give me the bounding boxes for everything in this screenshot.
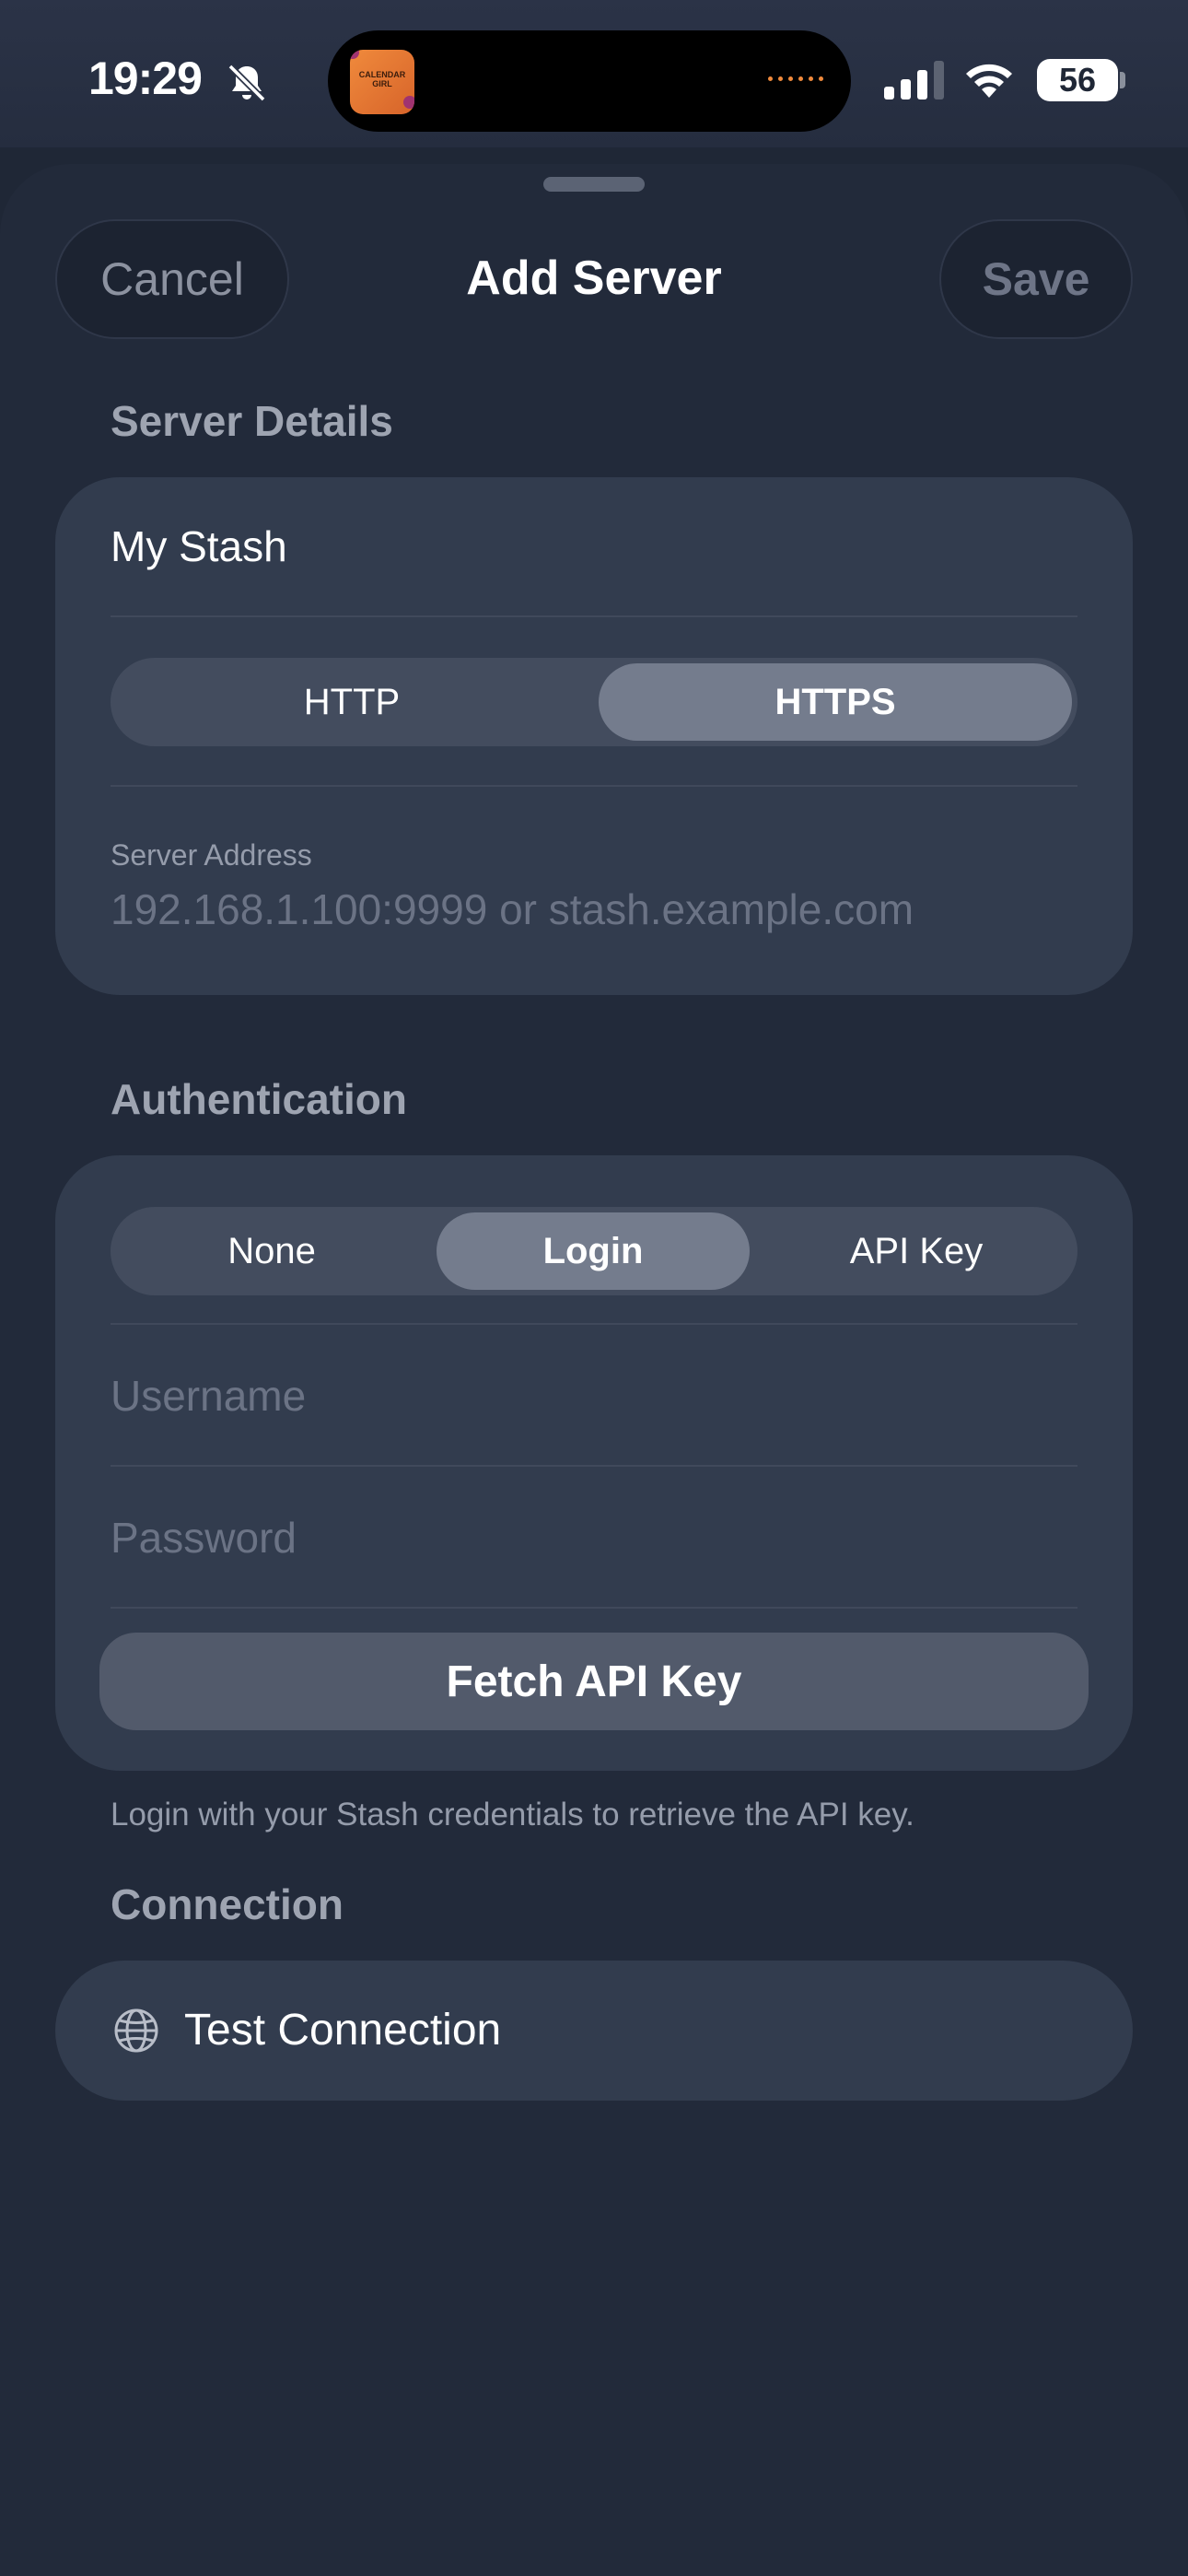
sheet-grabber[interactable] (543, 177, 645, 192)
dynamic-island[interactable]: CALENDAR GIRL (328, 30, 851, 132)
authentication-card: None Login API Key Username Password Fet… (55, 1155, 1133, 1771)
connection-header: Connection (111, 1880, 344, 1928)
live-activity-app-icon: CALENDAR GIRL (350, 50, 414, 114)
authentication-header: Authentication (111, 1075, 407, 1123)
test-connection-label: Test Connection (184, 2006, 502, 2055)
divider (111, 1607, 1077, 1609)
authentication-footer: Login with your Stash credentials to ret… (111, 1797, 914, 1832)
server-name-field[interactable]: My Stash (111, 521, 287, 571)
wifi-icon (966, 64, 1012, 98)
auth-option-login[interactable]: Login (437, 1212, 750, 1290)
status-bar: 19:29 CALENDAR GIRL 56 (0, 0, 1188, 147)
protocol-option-http[interactable]: HTTP (111, 658, 593, 746)
protocol-segmented-control: HTTP HTTPS (111, 658, 1077, 746)
server-details-header: Server Details (111, 397, 393, 445)
fetch-api-key-button[interactable]: Fetch API Key (99, 1633, 1089, 1730)
password-input[interactable]: Password (111, 1513, 297, 1563)
save-button[interactable]: Save (939, 219, 1133, 339)
bell-slash-icon (227, 64, 266, 102)
protocol-option-https[interactable]: HTTPS (599, 663, 1072, 741)
auth-option-api-key[interactable]: API Key (755, 1207, 1077, 1295)
server-address-input[interactable]: 192.168.1.100:9999 or stash.example.com (111, 884, 914, 934)
divider (111, 1323, 1077, 1325)
cellular-signal-icon (884, 61, 944, 100)
server-address-label: Server Address (111, 838, 312, 872)
divider (111, 1465, 1077, 1467)
globe-icon (114, 2008, 158, 2053)
divider (111, 615, 1077, 617)
battery-icon: 56 (1037, 59, 1125, 101)
auth-option-none[interactable]: None (111, 1207, 433, 1295)
auth-segmented-control: None Login API Key (111, 1207, 1077, 1295)
activity-indicator-icon (768, 76, 823, 81)
island-app-label: CALENDAR GIRL (358, 70, 406, 88)
divider (111, 785, 1077, 787)
battery-level: 56 (1058, 61, 1097, 99)
add-server-sheet: Cancel Add Server Save Server Details My… (0, 164, 1188, 2576)
username-input[interactable]: Username (111, 1371, 306, 1421)
status-time: 19:29 (88, 53, 203, 104)
server-details-card: My Stash HTTP HTTPS Server Address 192.1… (55, 477, 1133, 995)
test-connection-button[interactable]: Test Connection (55, 1961, 1133, 2101)
